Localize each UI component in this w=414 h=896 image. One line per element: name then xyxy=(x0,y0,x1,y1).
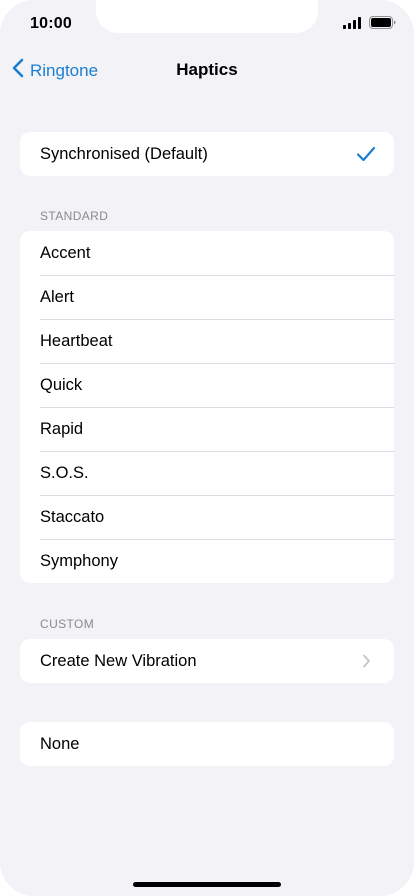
row-label: Staccato xyxy=(40,507,105,526)
row-label: Quick xyxy=(40,375,83,394)
custom-group: Create New Vibration xyxy=(20,639,394,683)
row-label: S.O.S. xyxy=(40,463,89,482)
create-new-vibration-button[interactable]: Create New Vibration xyxy=(20,639,394,683)
chevron-right-icon xyxy=(344,654,388,668)
haptic-option-staccato[interactable]: Staccato xyxy=(20,495,394,539)
row-label: None xyxy=(40,734,80,753)
section-header-standard: STANDARD xyxy=(40,209,109,223)
battery-icon xyxy=(369,16,396,34)
default-group: Synchronised (Default) xyxy=(20,132,394,176)
haptic-option-symphony[interactable]: Symphony xyxy=(20,539,394,583)
notch xyxy=(96,0,318,33)
row-label: Heartbeat xyxy=(40,331,113,350)
navigation-bar: Ringtone Haptics xyxy=(0,48,414,92)
home-indicator[interactable] xyxy=(133,882,281,887)
section-header-custom: CUSTOM xyxy=(40,617,95,631)
row-label: Rapid xyxy=(40,419,84,438)
row-label: Accent xyxy=(40,243,91,262)
standard-group: Accent Alert Heartbeat Quick Rapid S.O.S… xyxy=(20,231,394,583)
haptic-option-accent[interactable]: Accent xyxy=(20,231,394,275)
status-bar: 10:00 xyxy=(0,0,414,48)
haptic-option-rapid[interactable]: Rapid xyxy=(20,407,394,451)
row-label: Synchronised (Default) xyxy=(40,144,208,163)
phone-screen: 10:00 Ringtone Haptics Synchronised (Def… xyxy=(0,0,414,896)
row-label: Create New Vibration xyxy=(40,651,197,670)
haptic-option-synchronised[interactable]: Synchronised (Default) xyxy=(20,132,394,176)
status-icons xyxy=(343,16,396,34)
page-title: Haptics xyxy=(176,60,238,79)
haptic-option-sos[interactable]: S.O.S. xyxy=(20,451,394,495)
row-label: Alert xyxy=(40,287,74,306)
row-label: Symphony xyxy=(40,551,118,570)
haptic-option-quick[interactable]: Quick xyxy=(20,363,394,407)
status-time: 10:00 xyxy=(30,15,72,32)
none-group: None xyxy=(20,722,394,766)
signal-icon xyxy=(343,16,362,34)
haptic-option-alert[interactable]: Alert xyxy=(20,275,394,319)
haptic-option-heartbeat[interactable]: Heartbeat xyxy=(20,319,394,363)
checkmark-icon xyxy=(344,146,388,162)
haptic-option-none[interactable]: None xyxy=(20,722,394,766)
